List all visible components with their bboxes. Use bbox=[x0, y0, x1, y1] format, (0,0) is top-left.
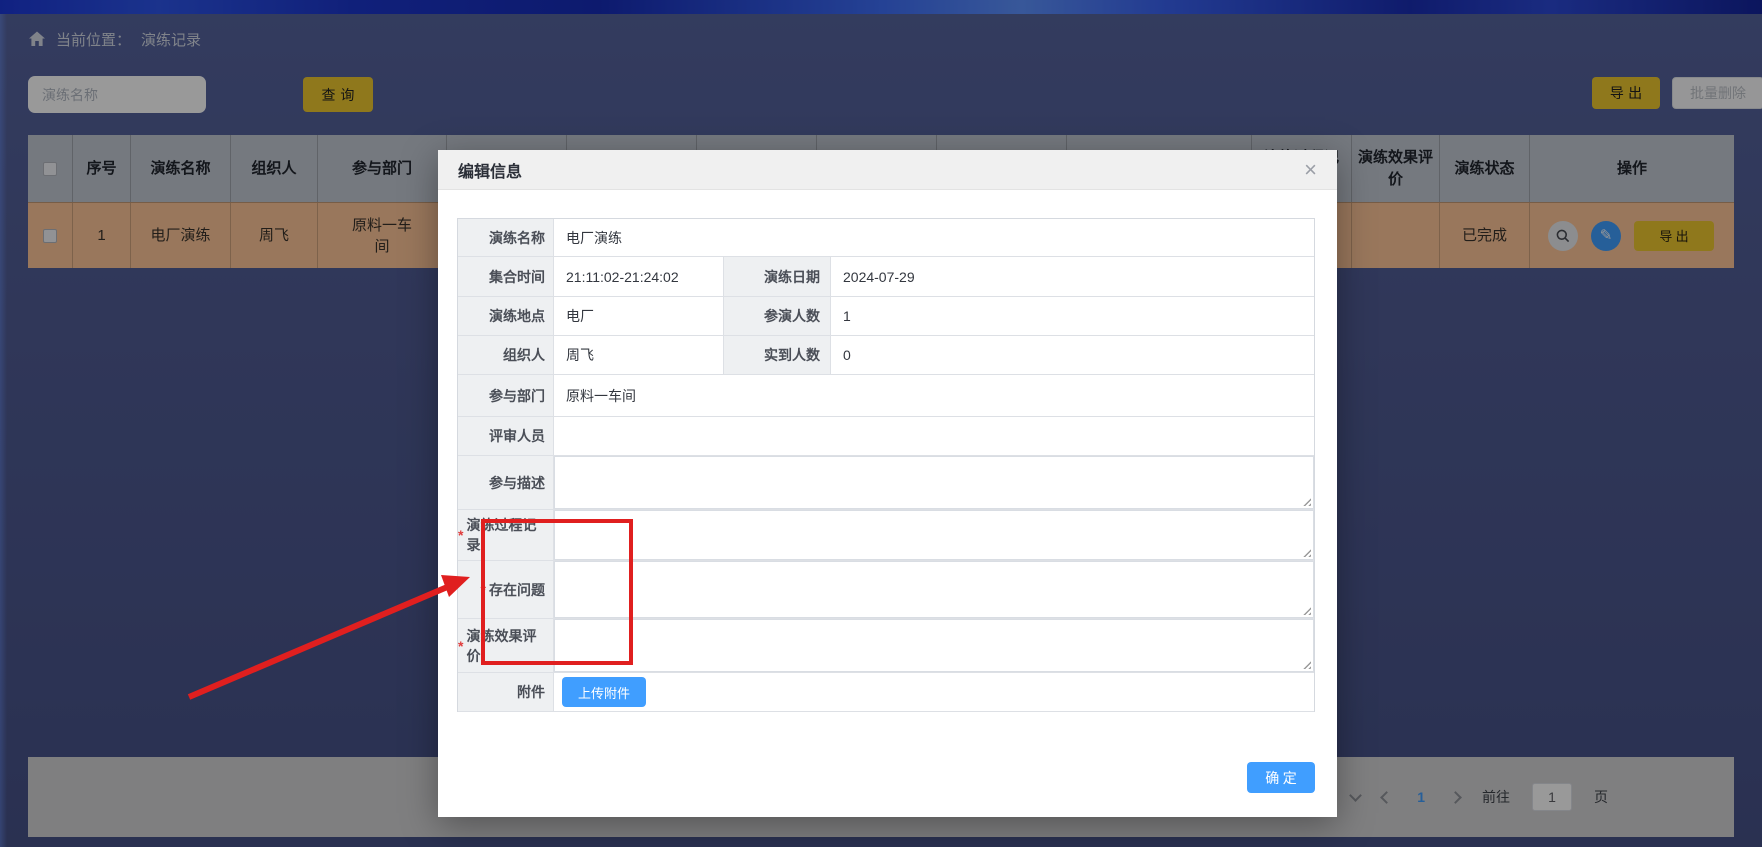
field-label-effect-eval: * 演练效果评价 bbox=[458, 619, 554, 672]
drill-date-value[interactable]: 2024-07-29 bbox=[831, 257, 1314, 296]
field-label-drill-date: 演练日期 bbox=[723, 257, 831, 296]
edit-info-dialog: 编辑信息 × 演练名称 电厂演练 集合时间 21:11:02-21:24:02 … bbox=[438, 150, 1337, 817]
field-label-actual-count: 实到人数 bbox=[723, 336, 831, 374]
field-label-process-record: * 演练过程记录 bbox=[458, 510, 554, 560]
drill-name-value[interactable]: 电厂演练 bbox=[554, 219, 1314, 256]
required-mark: * bbox=[458, 638, 463, 654]
field-label-description: 参与描述 bbox=[458, 456, 554, 509]
field-label-attachment: 附件 bbox=[458, 673, 554, 711]
field-label-participants: 参演人数 bbox=[723, 297, 831, 335]
organizer-value[interactable]: 周飞 bbox=[554, 336, 723, 374]
description-textarea[interactable] bbox=[554, 456, 1314, 509]
process-record-textarea[interactable] bbox=[554, 510, 1314, 560]
drill-place-value[interactable]: 电厂 bbox=[554, 297, 723, 335]
effect-eval-textarea[interactable] bbox=[554, 619, 1314, 672]
reviewers-value[interactable] bbox=[554, 417, 1314, 455]
dialog-body: 演练名称 电厂演练 集合时间 21:11:02-21:24:02 演练日期 20… bbox=[438, 190, 1337, 712]
field-label-department: 参与部门 bbox=[458, 375, 554, 416]
required-mark: * bbox=[458, 527, 463, 543]
problems-textarea[interactable] bbox=[554, 561, 1314, 618]
field-label-drill-name: 演练名称 bbox=[458, 219, 554, 256]
required-mark: * bbox=[481, 582, 486, 598]
assembly-time-value[interactable]: 21:11:02-21:24:02 bbox=[554, 257, 723, 296]
edit-form: 演练名称 电厂演练 集合时间 21:11:02-21:24:02 演练日期 20… bbox=[457, 218, 1315, 712]
close-icon[interactable]: × bbox=[1304, 159, 1317, 181]
actual-count-value[interactable]: 0 bbox=[831, 336, 1314, 374]
dialog-title: 编辑信息 bbox=[458, 158, 522, 182]
participants-value[interactable]: 1 bbox=[831, 297, 1314, 335]
field-label-problems: * 存在问题 bbox=[458, 561, 554, 618]
upload-attachment-button[interactable]: 上传附件 bbox=[562, 677, 646, 707]
field-label-reviewers: 评审人员 bbox=[458, 417, 554, 455]
dialog-header: 编辑信息 × bbox=[438, 150, 1337, 190]
field-label-drill-place: 演练地点 bbox=[458, 297, 554, 335]
field-label-organizer: 组织人 bbox=[458, 336, 554, 374]
field-label-assembly-time: 集合时间 bbox=[458, 257, 554, 296]
confirm-button[interactable]: 确定 bbox=[1247, 762, 1315, 793]
app-screen: 当前位置： 演练记录 查询 导出 批量删除 序号 演练名称 组织人 参与部门 演… bbox=[0, 0, 1762, 847]
department-value[interactable]: 原料一车间 bbox=[554, 375, 1314, 416]
